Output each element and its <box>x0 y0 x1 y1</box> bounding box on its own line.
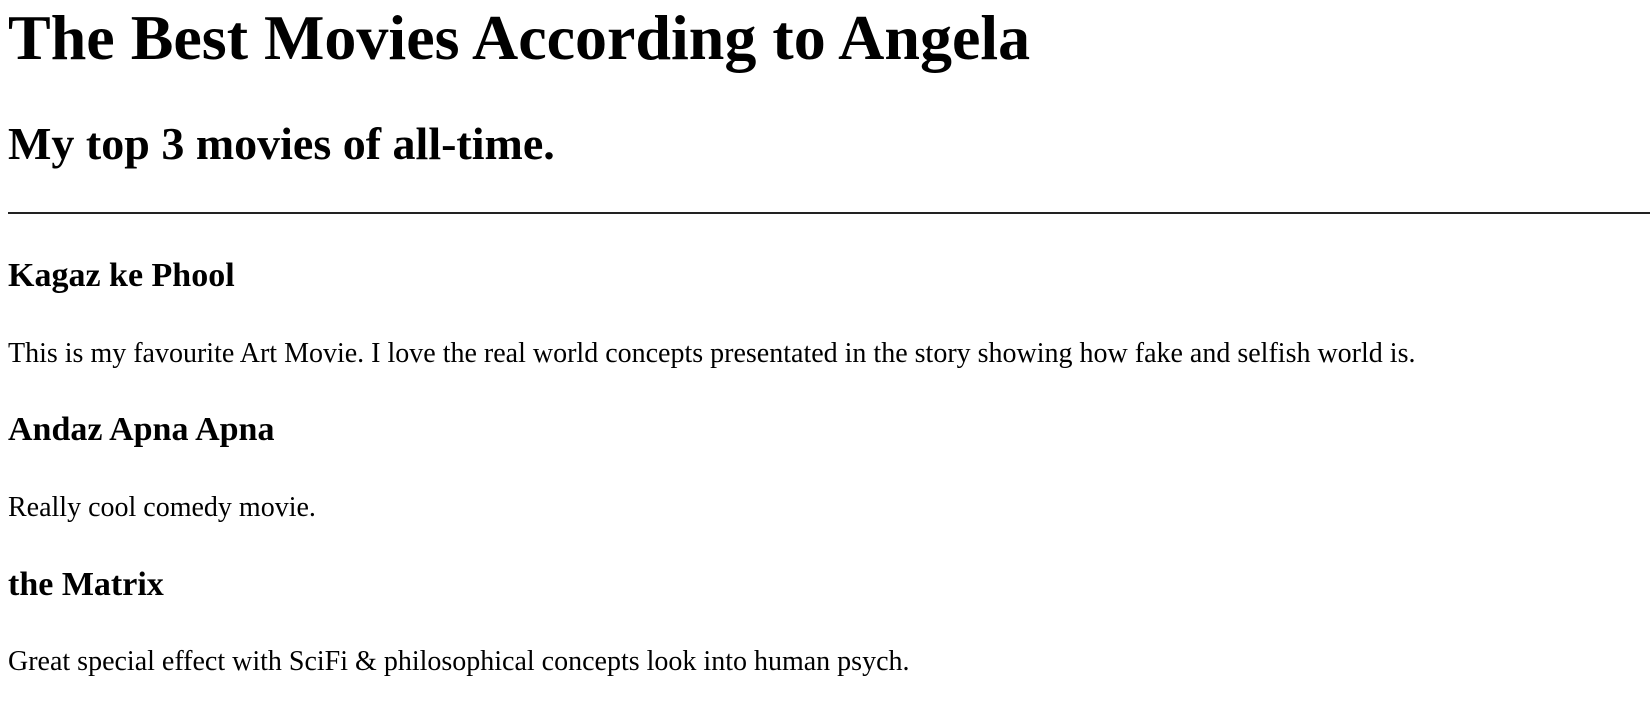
movie-description-3: Great special effect with SciFi & philos… <box>8 646 910 677</box>
page: The Best Movies According to Angela My t… <box>0 0 1650 710</box>
divider <box>8 212 1650 214</box>
movie-title-1: Kagaz ke Phool <box>8 257 235 294</box>
page-subtitle: My top 3 movies of all-time. <box>8 118 555 169</box>
movie-title-3: the Matrix <box>8 566 164 603</box>
page-title: The Best Movies According to Angela <box>8 2 1031 73</box>
movie-title-2: Andaz Apna Apna <box>8 411 275 448</box>
movie-description-1: This is my favourite Art Movie. I love t… <box>8 338 1416 369</box>
movie-description-2: Really cool comedy movie. <box>8 492 316 523</box>
